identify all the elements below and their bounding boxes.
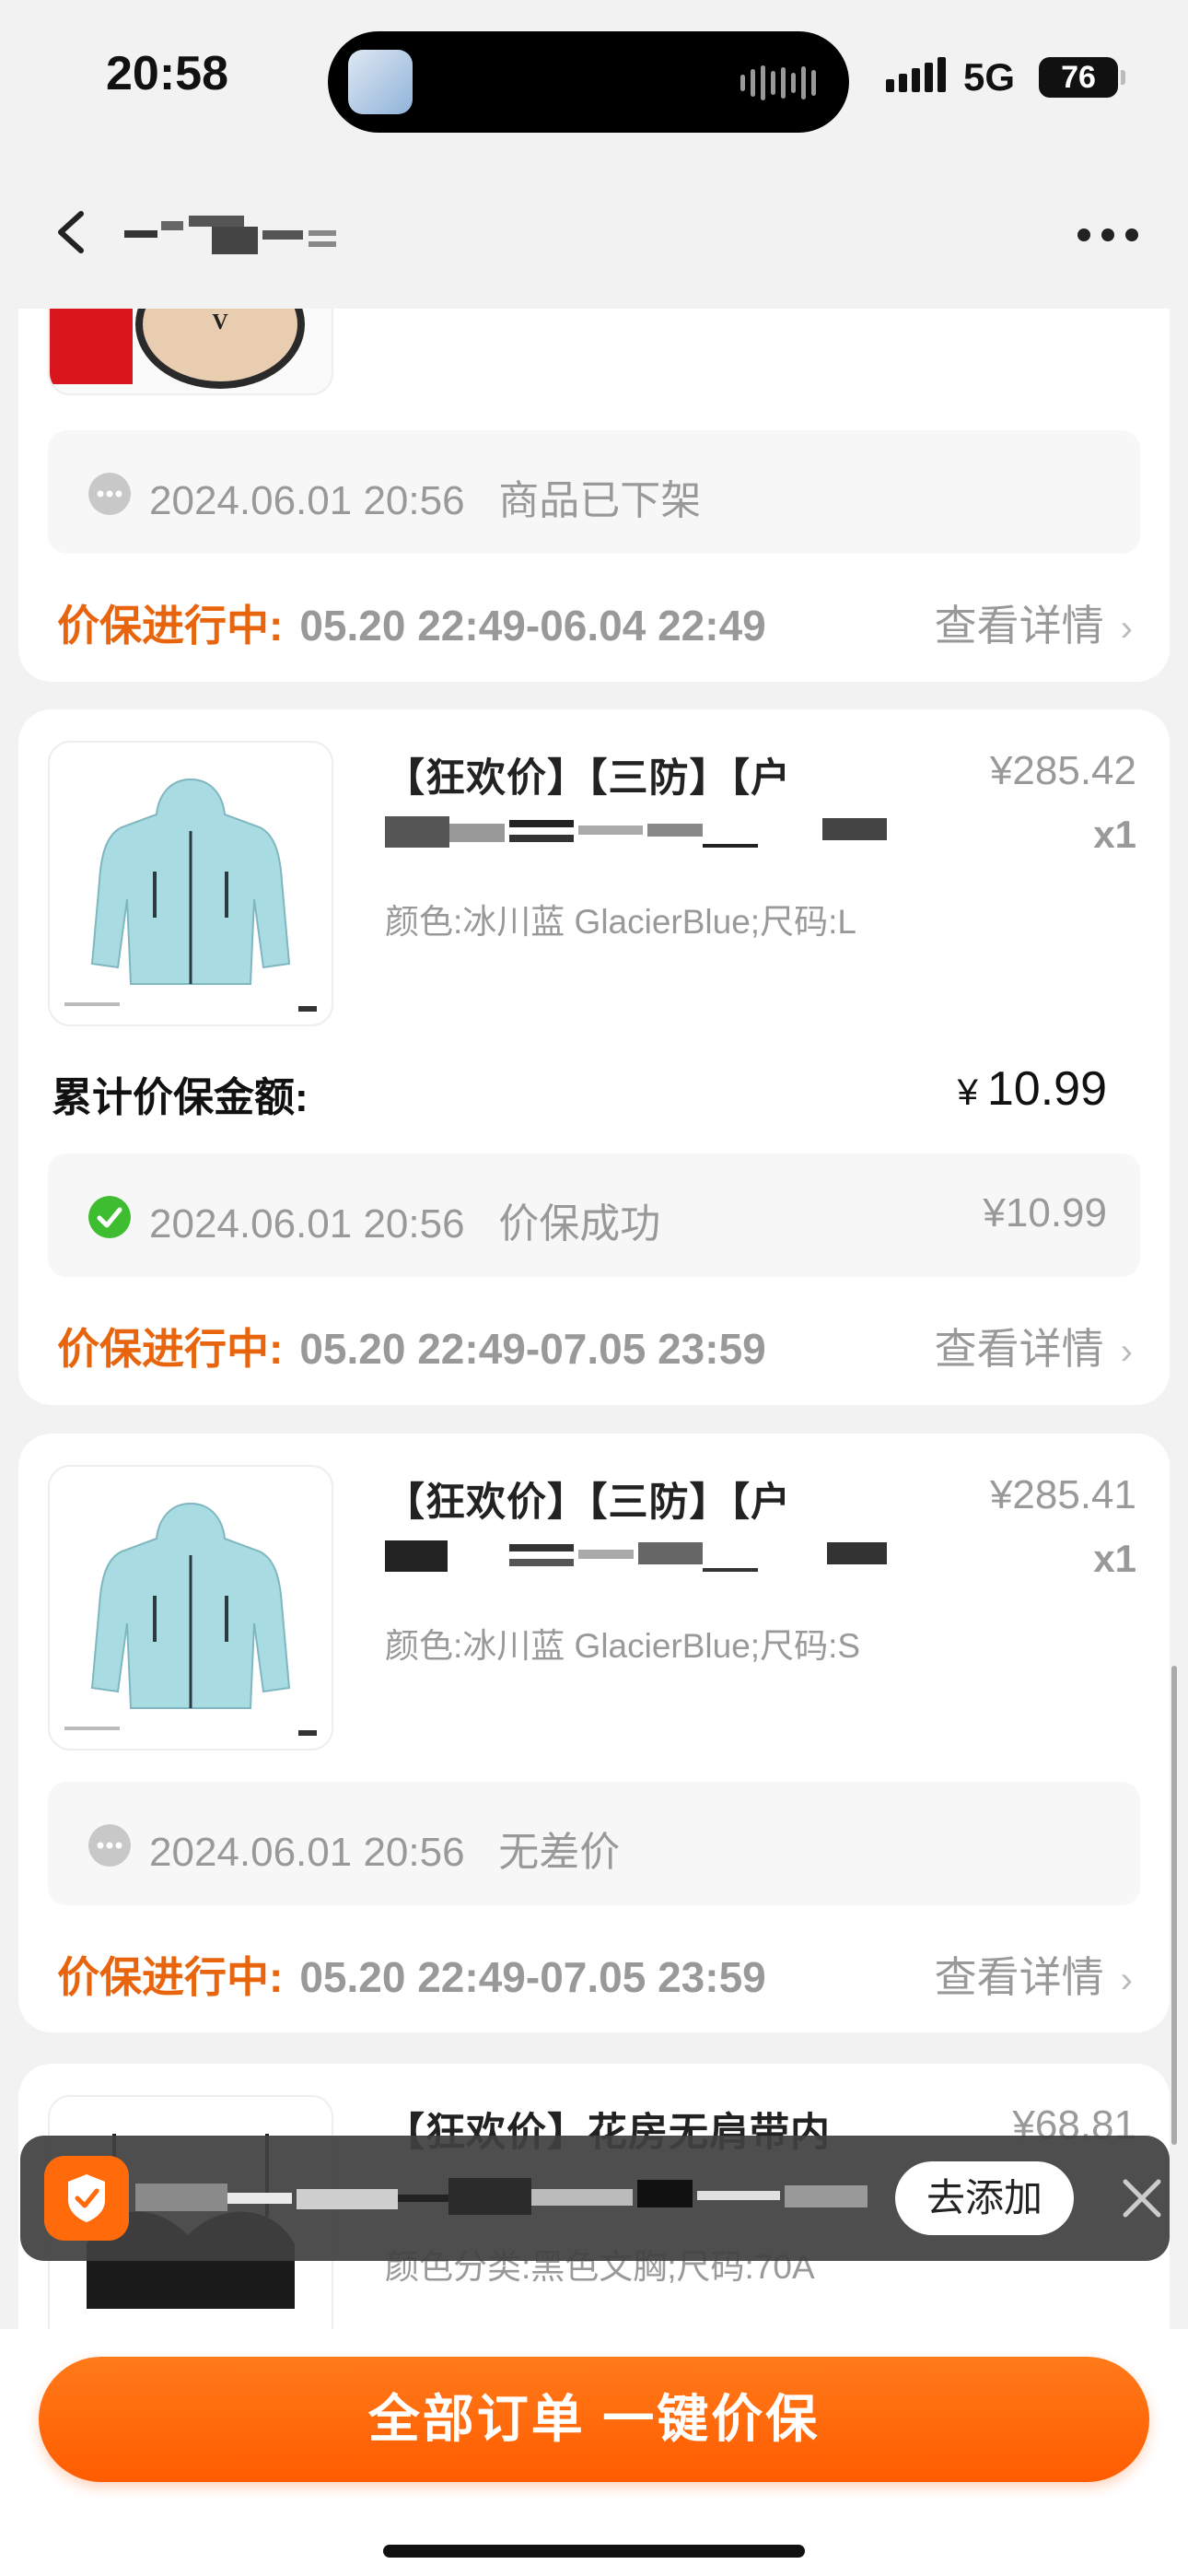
price-protect-status: 2024.06.01 20:56 价保成功 ¥10.99	[48, 1153, 1140, 1277]
clock-dots-icon	[88, 473, 131, 515]
order-card-2: 【狂欢价】【三防】【户 ¥285.42 x1 颜色:冰川蓝 GlacierBlu…	[18, 709, 1170, 1405]
one-click-protect-button[interactable]: 全部订单 一键价保	[39, 2357, 1149, 2482]
home-indicator[interactable]	[383, 2545, 805, 2558]
status-text: 2024.06.01 20:56 无差价	[149, 1830, 621, 1875]
redacted-page-title	[124, 216, 336, 254]
protect-label: 价保进行中:	[57, 1325, 284, 1373]
product-thumbnail[interactable]	[48, 741, 333, 1026]
chevron-right-icon: ›	[1120, 1331, 1133, 1372]
audio-wave-icon	[740, 64, 816, 101]
product-quantity: x1	[1093, 1537, 1136, 1580]
protect-period-row: 价保进行中: 05.20 22:49-07.05 23:59	[57, 1944, 766, 2005]
network-type: 5G	[963, 55, 1016, 99]
protect-label: 价保进行中:	[57, 602, 284, 650]
protect-period-row: 价保进行中: 05.20 22:49-06.04 22:49	[57, 592, 766, 653]
protect-label: 价保进行中:	[57, 1953, 284, 2001]
protect-range: 05.20 22:49-07.05 23:59	[299, 1953, 766, 2001]
protect-range: 05.20 22:49-07.05 23:59	[299, 1325, 766, 1373]
go-add-button[interactable]: 去添加	[895, 2161, 1074, 2235]
status-bar: 20:58 5G 76	[0, 0, 1188, 157]
nav-bar	[0, 157, 1188, 309]
cellular-signal-icon	[886, 57, 946, 92]
bottom-bar: 全部订单 一键价保	[0, 2329, 1188, 2576]
chevron-right-icon: ›	[1120, 608, 1133, 649]
back-arrow-icon[interactable]	[46, 205, 101, 260]
dynamic-island	[328, 31, 849, 133]
close-icon[interactable]	[1116, 2172, 1168, 2224]
product-title[interactable]: 【狂欢价】【三防】【户	[385, 1470, 791, 1528]
product-spec: 颜色:冰川蓝 GlacierBlue;尺码:S	[385, 1627, 861, 1665]
scrollbar[interactable]	[1171, 1666, 1177, 2145]
product-quantity: x1	[1093, 813, 1136, 856]
view-detail-link[interactable]: 查看详情 ›	[935, 592, 1133, 653]
product-price: ¥285.41	[989, 1472, 1136, 1517]
redacted-toast-text	[135, 2178, 868, 2215]
cumulative-label: 累计价保金额:	[52, 1075, 309, 1120]
add-prompt-toast: 去添加	[20, 2136, 1170, 2261]
product-title[interactable]: 【狂欢价】【三防】【户	[385, 746, 791, 803]
protect-range: 05.20 22:49-06.04 22:49	[299, 602, 766, 650]
protect-period-row: 价保进行中: 05.20 22:49-07.05 23:59	[57, 1316, 766, 1376]
product-spec: 颜色:冰川蓝 GlacierBlue;尺码:L	[385, 903, 856, 941]
status-text: 2024.06.01 20:56 价保成功	[149, 1201, 661, 1247]
now-playing-app-icon	[348, 50, 413, 114]
svg-text:V: V	[212, 310, 228, 334]
check-circle-icon	[88, 1196, 131, 1238]
clock-dots-icon	[88, 1824, 131, 1867]
more-dots-icon[interactable]	[1077, 228, 1138, 241]
redacted-title-line	[385, 816, 887, 848]
product-price: ¥285.42	[989, 748, 1136, 793]
view-detail-link[interactable]: 查看详情 ›	[935, 1316, 1133, 1376]
redacted-title-line	[385, 1540, 887, 1572]
status-text: 2024.06.01 20:56 商品已下架	[149, 478, 702, 523]
status-amount: ¥10.99	[983, 1190, 1107, 1235]
cumulative-amount: ¥10.99	[957, 1062, 1107, 1116]
battery-level: 76	[1061, 60, 1096, 95]
chevron-right-icon: ›	[1120, 1960, 1133, 2000]
battery-icon: 76	[1039, 57, 1125, 98]
price-protect-status: 2024.06.01 20:56 无差价	[48, 1782, 1140, 1905]
price-protect-status: 2024.06.01 20:56 商品已下架	[48, 430, 1140, 554]
status-time: 20:58	[106, 47, 228, 100]
product-thumbnail[interactable]	[48, 1465, 333, 1751]
shield-check-icon	[44, 2156, 129, 2241]
order-card-3: 【狂欢价】【三防】【户 ¥285.41 x1 颜色:冰川蓝 GlacierBlu…	[18, 1434, 1170, 2032]
order-card-1: V 2024.06.01 20:56 商品已下架 价保进行中: 05.20 22:…	[18, 309, 1170, 682]
product-thumbnail[interactable]: V	[48, 309, 333, 395]
view-detail-link[interactable]: 查看详情 ›	[935, 1944, 1133, 2005]
